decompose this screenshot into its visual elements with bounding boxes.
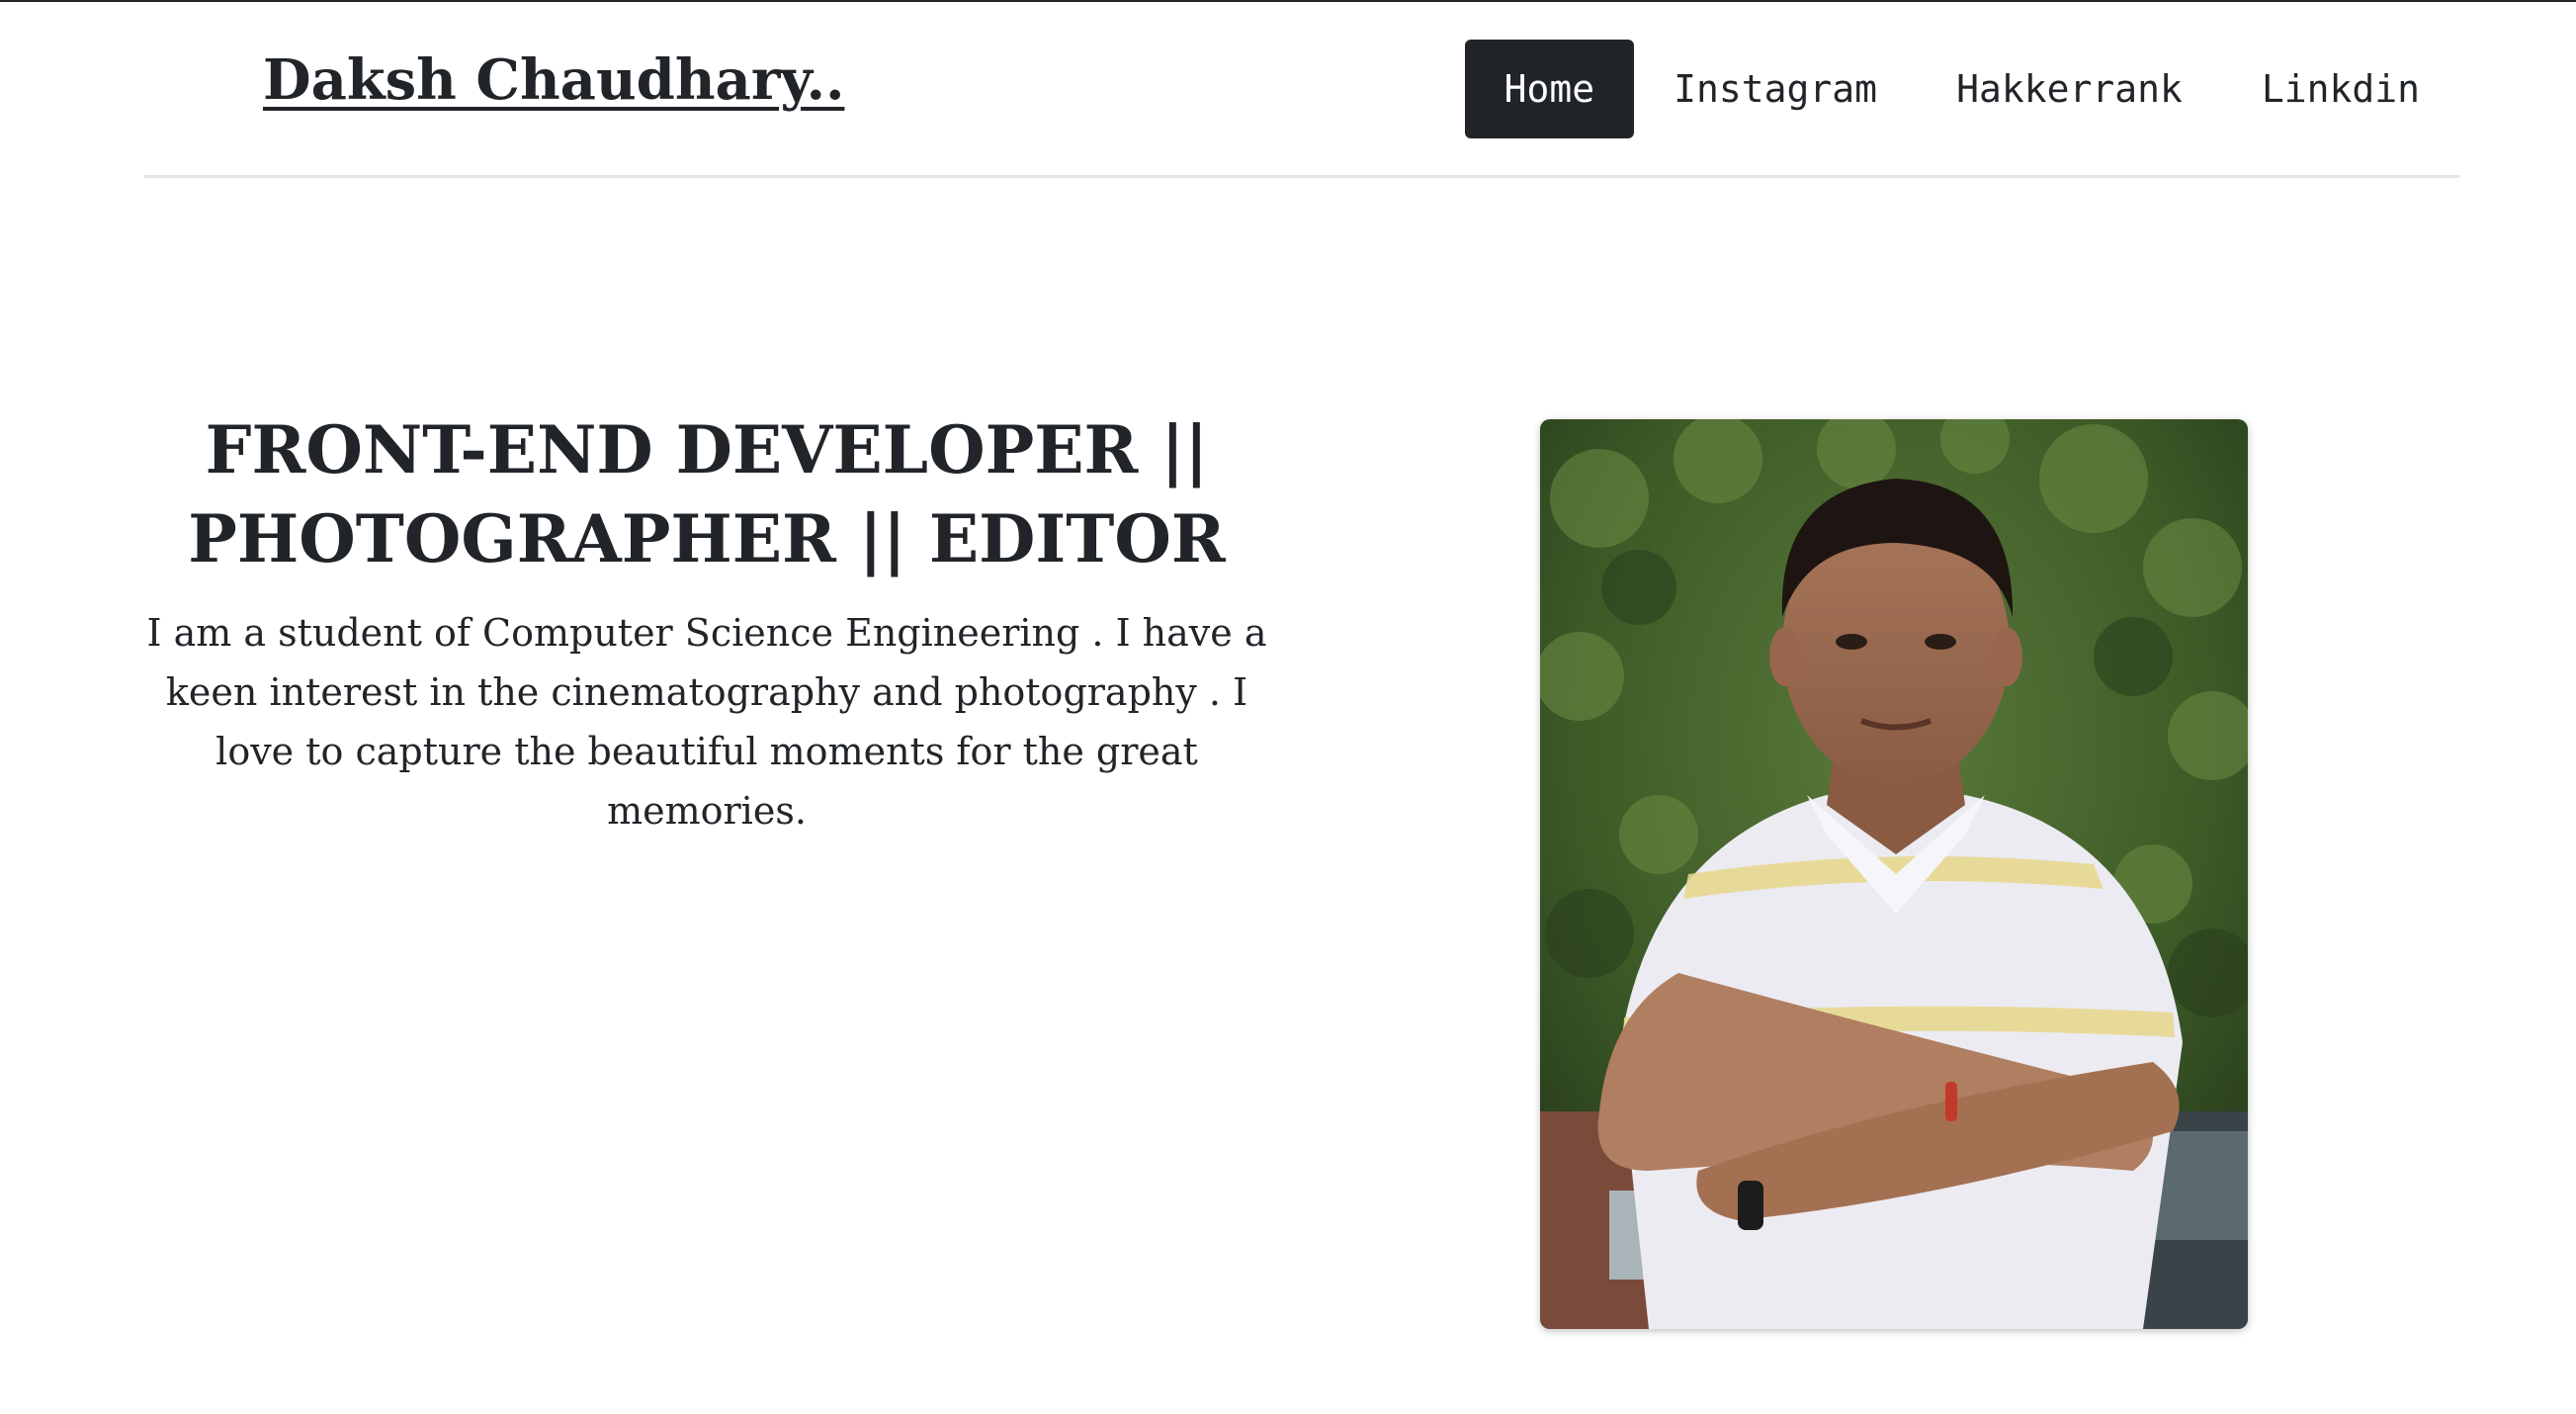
nav-hakkerrank-link[interactable]: Hakkerrank <box>1917 40 2222 138</box>
hero-bio: I am a student of Computer Science Engin… <box>146 611 1267 833</box>
profile-photo <box>1540 419 2248 1329</box>
main-nav: Home Instagram Hakkerrank Linkdin <box>1464 40 2459 138</box>
hero-headline: FRONT-END DEVELOPER || PHOTOGRAPHER || E… <box>188 411 1226 577</box>
site-header: Daksh Chaudhary.. Home Instagram Hakkerr… <box>144 2 2459 178</box>
nav-instagram-link[interactable]: Instagram <box>1634 40 1917 138</box>
nav-home-link[interactable]: Home <box>1464 40 1635 138</box>
brand-link[interactable]: Daksh Chaudhary.. <box>263 45 844 115</box>
nav-linkdin-link[interactable]: Linkdin <box>2222 40 2459 138</box>
